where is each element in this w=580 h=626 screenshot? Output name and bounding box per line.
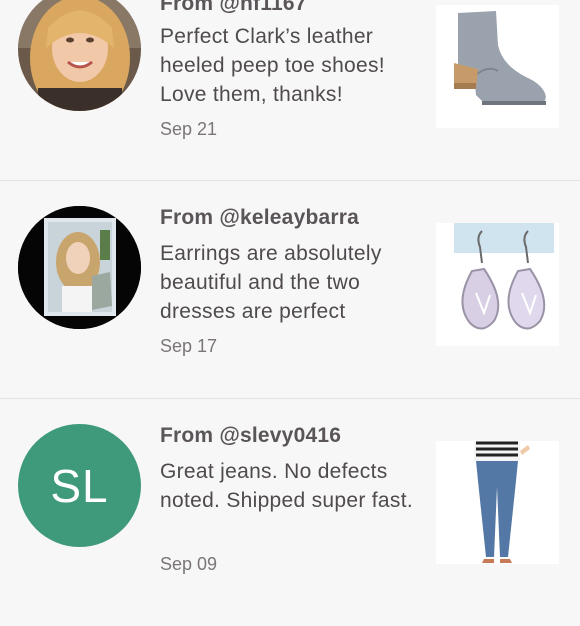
review-date: Sep 17	[160, 336, 218, 356]
reviewer-avatar[interactable]	[18, 206, 141, 329]
reviewer-username[interactable]: From @slevy0416	[160, 424, 341, 448]
review-date: Sep 21	[160, 119, 218, 139]
reviewer-avatar[interactable]: SL	[18, 424, 141, 547]
product-thumbnail[interactable]	[436, 441, 559, 564]
review-item[interactable]: From @hf1167 Perfect Clark’s leather hee…	[0, 0, 580, 218]
review-item[interactable]: From @keleaybarra Earrings are absolutel…	[0, 190, 580, 408]
divider	[0, 398, 580, 399]
review-comment: Great jeans. No defects noted. Shipped s…	[160, 460, 413, 512]
review-item[interactable]: SL From @slevy0416 Great jeans. No defec…	[0, 408, 580, 626]
jeans-icon	[436, 441, 559, 564]
divider	[0, 180, 580, 181]
product-thumbnail[interactable]	[436, 5, 559, 128]
reviewer-username[interactable]: From @keleaybarra	[160, 206, 359, 230]
reviewer-avatar[interactable]	[18, 0, 141, 111]
avatar-initials: SL	[50, 459, 109, 512]
user-photo-icon	[18, 206, 141, 329]
review-comment: Earrings are absolutely beautiful and th…	[160, 242, 382, 323]
earrings-icon	[436, 223, 559, 346]
review-comment: Perfect Clark’s leather heeled peep toe …	[160, 25, 385, 106]
shoe-icon	[436, 5, 559, 128]
product-thumbnail[interactable]	[436, 223, 559, 346]
user-photo-icon	[18, 0, 141, 111]
reviewer-username[interactable]: From @hf1167	[160, 0, 307, 16]
review-date: Sep 09	[160, 554, 218, 574]
